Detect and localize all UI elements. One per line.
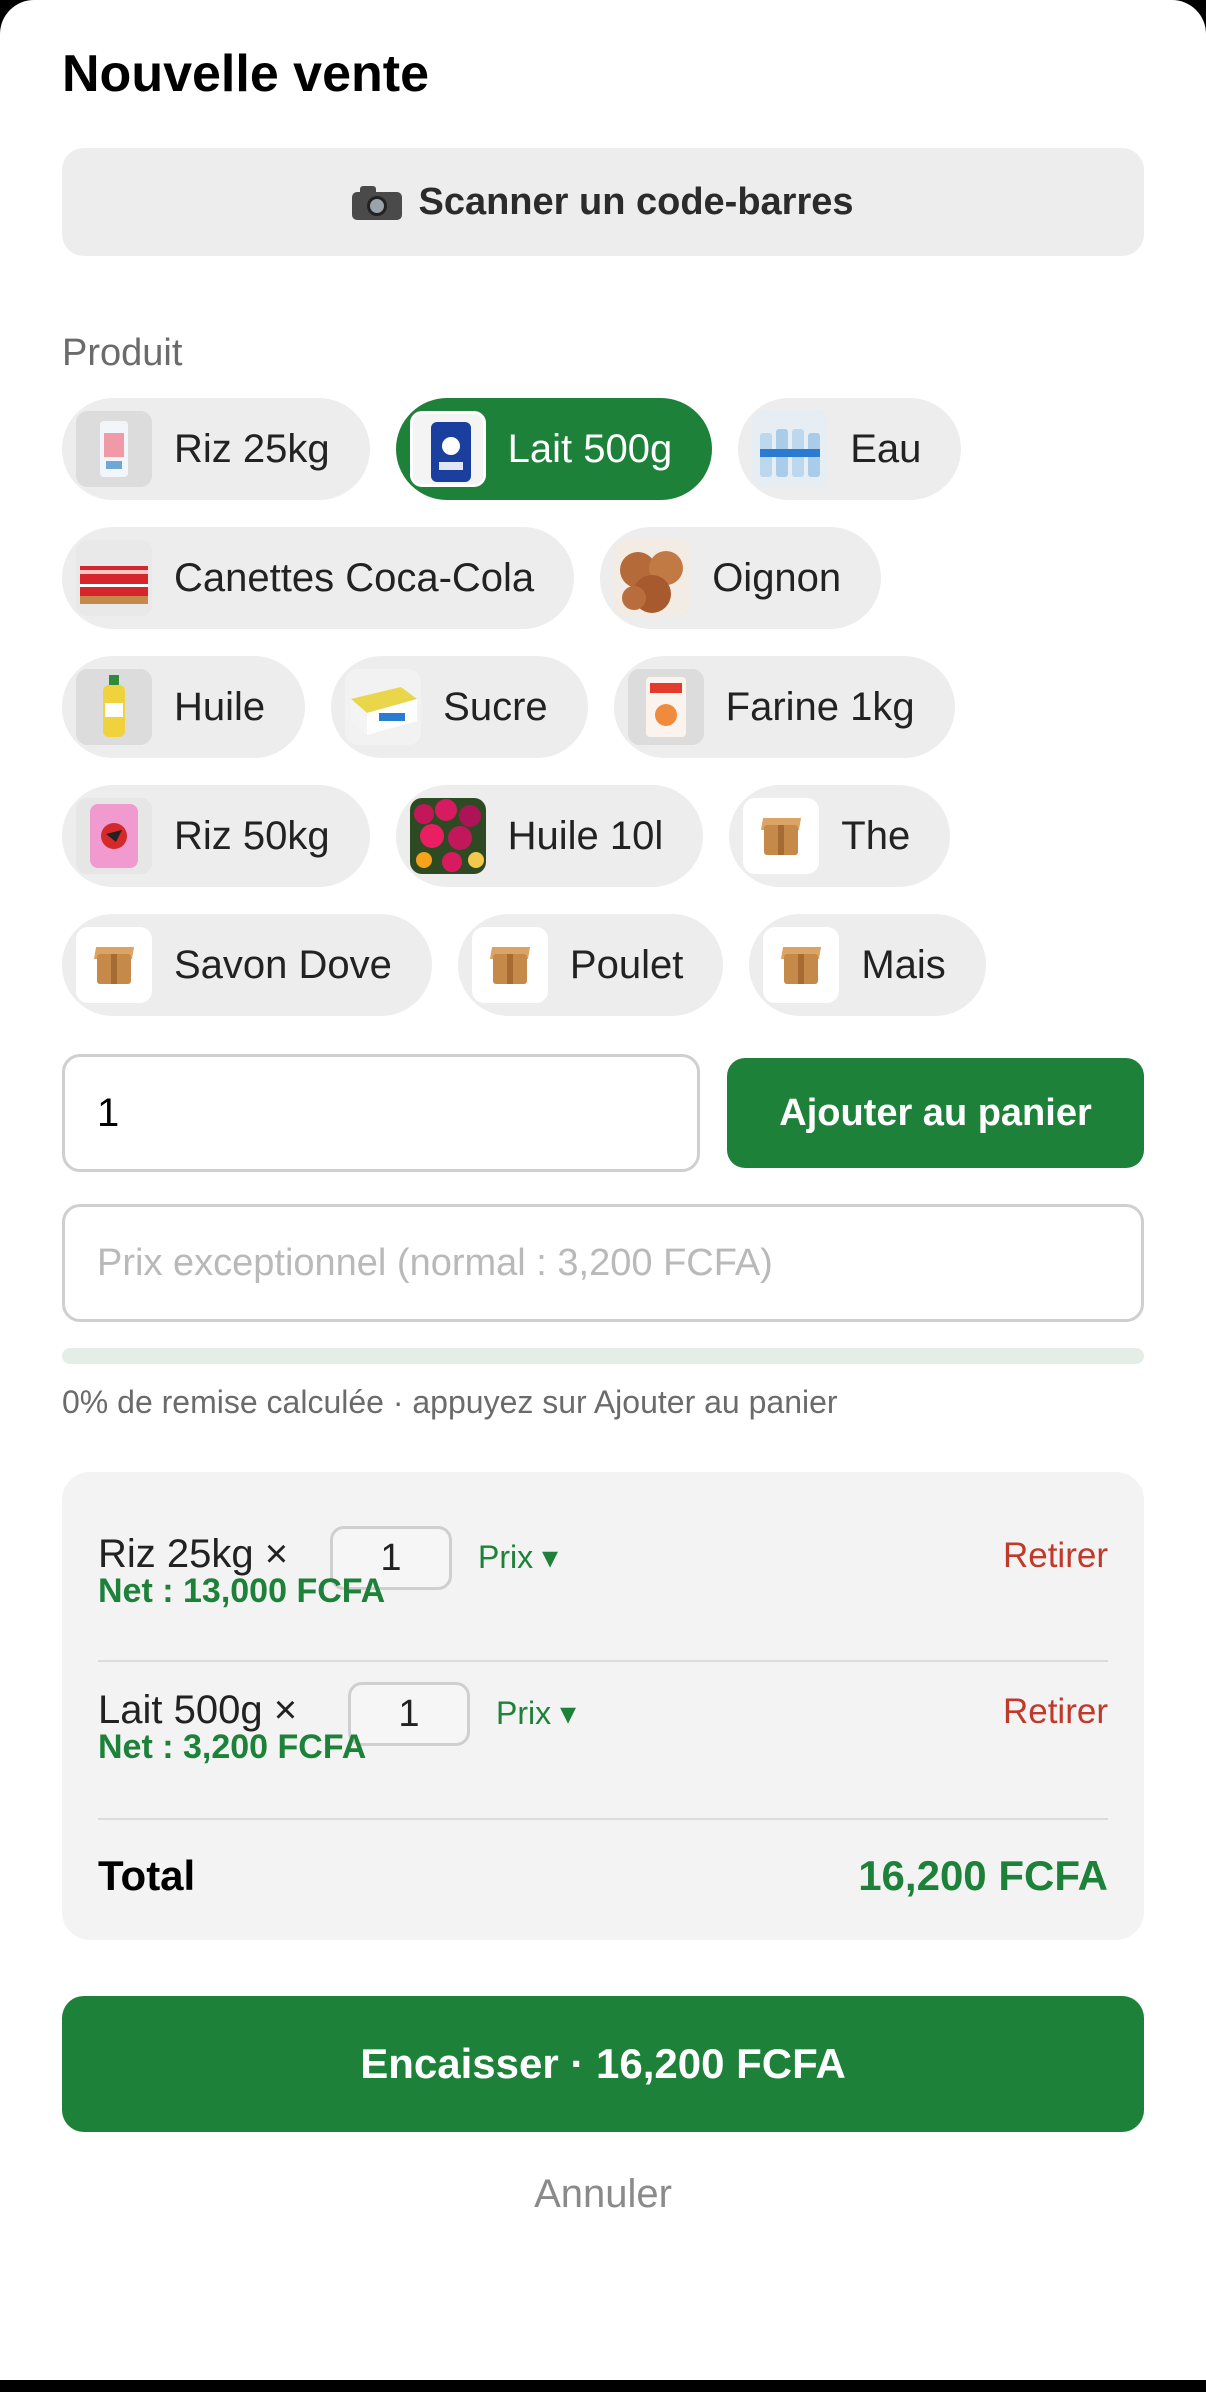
special-price-input[interactable]: Prix exceptionnel (normal : 3,200 FCFA) [62, 1204, 1144, 1322]
page-title: Nouvelle vente [62, 45, 430, 103]
cart-item: Lait 500g × 1 Prix ▾ Net : 3,200 FCFA Re… [98, 1628, 1108, 1784]
product-chip-label: Farine 1kg [725, 684, 915, 729]
soda-cans-thumbnail [76, 540, 152, 616]
package-icon [76, 927, 152, 1003]
package-icon [763, 927, 840, 1003]
product-chip-label: Oignon [712, 555, 842, 600]
checkout-button[interactable]: Encaisser · 16,200 FCFA [62, 1996, 1144, 2132]
product-chip-label: The [841, 813, 911, 858]
oil-bottle-thumbnail [76, 669, 152, 745]
cart-item-net: Net : 3,200 FCFA [98, 1728, 367, 1766]
price-menu-button[interactable]: Prix ▾ [478, 1538, 558, 1576]
product-chip-label: Riz 25kg [174, 426, 330, 471]
cart-item-name: Riz 25kg × [98, 1532, 289, 1576]
scan-barcode-button[interactable]: Scanner un code-barres [62, 148, 1144, 256]
quantity-input[interactable]: 1 [62, 1054, 700, 1172]
package-icon [471, 927, 548, 1003]
rice-bag-thumbnail [76, 411, 152, 487]
product-chip-label: Poulet [569, 942, 684, 987]
product-chip-farine-1kg[interactable]: Farine 1kg [613, 656, 955, 758]
rice-sack-thumbnail [76, 798, 152, 874]
product-chip-poulet[interactable]: Poulet [457, 914, 724, 1016]
remove-item-button[interactable]: Retirer [1003, 1536, 1108, 1576]
product-chip-label: Eau [850, 426, 922, 471]
product-chip-label: Huile 10l [507, 813, 664, 858]
discount-hint: 0% de remise calculée · appuyez sur Ajou… [62, 1384, 838, 1420]
flour-bag-thumbnail [627, 669, 704, 745]
flowers-thumbnail [409, 798, 486, 874]
remove-item-button[interactable]: Retirer [1003, 1692, 1108, 1732]
product-chip-lait-500g[interactable]: Lait 500g [395, 398, 713, 500]
water-bottles-thumbnail [752, 411, 829, 487]
cart-item: Riz 25kg × 1 Prix ▾ Net : 13,000 FCFA Re… [98, 1472, 1108, 1628]
product-chip-list: Riz 25kg Lait 500g Eau Canettes Coca-Col… [62, 398, 1162, 1043]
cart-item-net: Net : 13,000 FCFA [98, 1572, 386, 1610]
cancel-button[interactable]: Annuler [0, 2172, 1206, 2217]
price-menu-button[interactable]: Prix ▾ [496, 1694, 576, 1732]
product-chip-canettes-coca-cola[interactable]: Canettes Coca-Cola [62, 527, 575, 629]
product-chip-label: Sucre [443, 684, 548, 729]
product-chip-label: Canettes Coca-Cola [174, 555, 535, 600]
product-chip-the[interactable]: The [729, 785, 951, 887]
product-chip-riz-25kg[interactable]: Riz 25kg [62, 398, 370, 500]
product-chip-label: Mais [861, 942, 946, 987]
product-chip-label: Huile [174, 684, 266, 729]
cart-summary: Riz 25kg × 1 Prix ▾ Net : 13,000 FCFA Re… [62, 1472, 1144, 1940]
total-label: Total [98, 1852, 196, 1899]
product-chip-oignon[interactable]: Oignon [600, 527, 882, 629]
scan-barcode-label: Scanner un code-barres [418, 180, 854, 223]
product-chip-mais[interactable]: Mais [749, 914, 986, 1016]
product-section-label: Produit [62, 332, 183, 374]
product-chip-huile[interactable]: Huile [62, 656, 306, 758]
milk-pack-thumbnail [409, 411, 486, 487]
product-chip-sucre[interactable]: Sucre [331, 656, 588, 758]
camera-icon [352, 184, 403, 220]
new-sale-sheet: Nouvelle vente Scanner un code-barres Pr… [0, 0, 1206, 2380]
product-chip-label: Riz 50kg [174, 813, 330, 858]
product-chip-label: Lait 500g [507, 426, 673, 471]
onions-thumbnail [614, 540, 691, 616]
product-chip-label: Savon Dove [174, 942, 392, 987]
product-chip-eau[interactable]: Eau [738, 398, 962, 500]
product-chip-huile-10l[interactable]: Huile 10l [395, 785, 704, 887]
discount-progress-bar [62, 1348, 1144, 1364]
add-to-cart-button[interactable]: Ajouter au panier [727, 1058, 1144, 1168]
cart-item-name: Lait 500g × [98, 1688, 298, 1732]
total-value: 16,200 FCFA [858, 1852, 1108, 1899]
product-chip-savon-dove[interactable]: Savon Dove [62, 914, 432, 1016]
package-icon [743, 798, 820, 874]
sugar-box-thumbnail [345, 669, 422, 745]
divider [98, 1818, 1108, 1820]
product-chip-riz-50kg[interactable]: Riz 50kg [62, 785, 370, 887]
